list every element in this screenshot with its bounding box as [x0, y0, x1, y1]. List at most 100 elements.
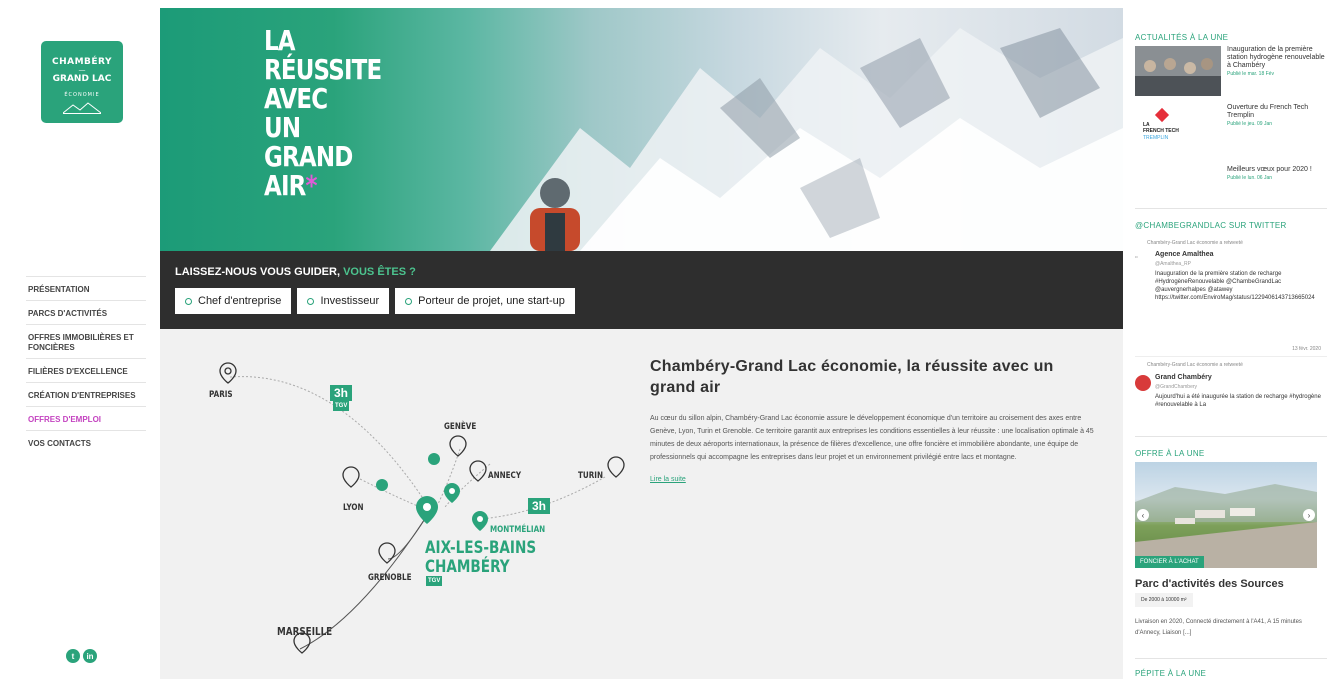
mountain-icon — [63, 102, 101, 114]
social-links: t in — [66, 649, 97, 663]
circle-icon — [185, 297, 192, 305]
chef-entreprise-button[interactable]: Chef d'entreprise — [175, 288, 292, 314]
guide-title-accent: VOUS ÊTES ? — [343, 266, 416, 278]
logo-line-2: — — [78, 66, 86, 74]
main-city-label: AIX-LES-BAINS CHAMBÉRY — [425, 539, 536, 577]
retweet-note: Chambéry-Grand Lac économie a retweeté — [1147, 362, 1243, 368]
tweet-handle: @Amalthea_RP — [1155, 261, 1191, 267]
map-label-paris: PARIS — [209, 390, 233, 400]
profile-buttons: Chef d'entreprise Investisseur Porteur d… — [175, 288, 575, 314]
intro-title: Chambéry-Grand Lac économie, la réussite… — [650, 358, 1054, 396]
travel-time-turin-badge: 3h — [528, 498, 551, 514]
news-thumbnail — [1135, 46, 1221, 96]
investisseur-button[interactable]: Investisseur — [297, 288, 390, 314]
news-date: Publié le mar. 18 Fév — [1227, 71, 1274, 77]
left-sidebar: CHAMBÉRY — GRAND LAC ÉCONOMIE PRÉSENTATI… — [0, 0, 160, 679]
news-item[interactable]: Meilleurs vœux pour 2020 ! Publié le lun… — [1135, 166, 1325, 190]
nav-item-creation[interactable]: CRÉATION D'ENTREPRISES — [26, 381, 146, 406]
circle-icon — [405, 297, 413, 305]
tweet-author: Grand Chambéry — [1155, 374, 1212, 381]
read-more-link[interactable]: Lire la suite — [650, 476, 1096, 483]
chevron-left-icon[interactable]: ‹ — [1137, 509, 1149, 521]
news-title: Meilleurs vœux pour 2020 ! — [1227, 166, 1312, 173]
offer-tag: FONCIER À L'ACHAT — [1135, 556, 1204, 568]
chevron-right-icon[interactable]: › — [1303, 509, 1315, 521]
nav-item-presentation[interactable]: PRÉSENTATION — [26, 276, 146, 300]
pepite-section-title: PÉPITE À LA UNE — [1135, 669, 1207, 678]
right-sidebar: ACTUALITÉS À LA UNE Inauguration de la p… — [1123, 0, 1334, 679]
offer-description: Livraison en 2020, Connecté directement … — [1135, 619, 1302, 636]
rooster-icon — [1154, 107, 1170, 123]
tgv-badge: TGV — [333, 401, 350, 411]
offer-surface-chip: De 2000 à 10000 m² — [1135, 593, 1193, 607]
hero-title: LA RÉUSSITE AVEC UN GRAND AIR* — [264, 24, 382, 202]
hero-banner: LA RÉUSSITE AVEC UN GRAND AIR* — [160, 8, 1123, 251]
news-section-title: ACTUALITÉS À LA UNE — [1135, 33, 1229, 42]
news-date: Publié le jeu. 09 Jan — [1227, 121, 1273, 127]
linkedin-icon[interactable]: in — [83, 649, 97, 663]
guide-title-text: LAISSEZ-NOUS VOUS GUIDER, — [175, 266, 341, 278]
divider — [1135, 436, 1327, 437]
map-label-marseille: MARSEILLE — [277, 625, 333, 638]
tweet-date: 13 févr. 2020 — [1292, 346, 1321, 352]
ft-logo-tremplin: TREMPLIN — [1143, 135, 1169, 141]
twitter-feed[interactable]: Chambéry-Grand Lac économie a retweeté •… — [1135, 238, 1327, 430]
nav-item-offres-emploi[interactable]: OFFRES D'EMPLOI — [26, 406, 146, 430]
main-city-aix: AIX-LES-BAINS — [425, 538, 537, 558]
twitter-section-title: @CHAMBEGRANDLAC SUR TWITTER — [1135, 221, 1287, 230]
nav-item-filieres[interactable]: FILIÈRES D'EXCELLENCE — [26, 357, 146, 382]
offer-image[interactable]: ‹ › FONCIER À L'ACHAT — [1135, 462, 1317, 568]
offer-section-title: OFFRE À LA UNE — [1135, 449, 1205, 458]
map-label-geneve: GENÈVE — [444, 422, 477, 432]
main-city-chambery: CHAMBÉRY — [425, 557, 510, 577]
map-routes — [219, 362, 625, 654]
retweet-note: Chambéry-Grand Lac économie a retweeté — [1147, 240, 1243, 246]
news-title: Inauguration de la première station hydr… — [1227, 46, 1325, 69]
porteur-projet-button[interactable]: Porteur de projet, une start-up — [395, 288, 575, 314]
news-item[interactable]: Inauguration de la première station hydr… — [1135, 46, 1325, 96]
intro-body: Au cœur du sillon alpin, Chambéry-Grand … — [650, 415, 1094, 461]
twitter-icon[interactable]: t — [66, 649, 80, 663]
travel-time-paris-badge: 3h — [330, 385, 353, 401]
tweet-handle: @GrandChambery — [1155, 384, 1198, 390]
nav-item-parcs[interactable]: PARCS D'ACTIVITÉS — [26, 300, 146, 324]
button-label: Investisseur — [320, 295, 380, 307]
guide-title: LAISSEZ-NOUS VOUS GUIDER, VOUS ÊTES ? — [175, 266, 416, 278]
map-label-annecy: ANNECY — [488, 471, 522, 481]
location-map: PARIS GENÈVE ANNECY TURIN LYON MONTMÉLIA… — [160, 329, 640, 679]
tweet-author: Agence Amalthea — [1155, 251, 1214, 258]
news-title: Ouverture du French Tech Tremplin — [1227, 104, 1309, 119]
hero-title-text: LA RÉUSSITE AVEC UN GRAND AIR — [264, 24, 382, 202]
map-label-turin: TURIN — [578, 471, 604, 481]
avatar — [1135, 375, 1151, 391]
news-text: Inauguration de la première station hydr… — [1227, 46, 1325, 96]
tgv-badge-chambery: TGV — [426, 576, 443, 586]
offer-photo — [1135, 484, 1317, 568]
intro-article: Chambéry-Grand Lac économie, la réussite… — [650, 356, 1096, 483]
tweet-body: Inauguration de la première station de r… — [1155, 271, 1315, 301]
asterisk-icon: * — [305, 169, 318, 202]
site-logo[interactable]: CHAMBÉRY — GRAND LAC ÉCONOMIE — [41, 41, 123, 123]
ft-logo-name: FRENCH TECH — [1143, 128, 1179, 134]
divider — [1135, 208, 1327, 209]
main-content: PARIS GENÈVE ANNECY TURIN LYON MONTMÉLIA… — [160, 329, 1123, 679]
news-thumbnail-empty — [1135, 166, 1221, 190]
news-item[interactable]: LA FRENCH TECH TREMPLIN Ouverture du Fre… — [1135, 104, 1325, 154]
offer-title[interactable]: Parc d'activités des Sources — [1135, 578, 1284, 590]
nav-item-contacts[interactable]: VOS CONTACTS — [26, 430, 146, 454]
divider — [1135, 658, 1327, 659]
avatar: •• — [1135, 254, 1138, 259]
map-label-grenoble: GRENOBLE — [368, 573, 412, 583]
logo-line-4: ÉCONOMIE — [64, 92, 100, 98]
nav-item-offres-immobilieres[interactable]: OFFRES IMMOBILIÈRES ET FONCIÈRES — [26, 324, 146, 357]
tweet-body: Aujourd'hui a été inaugurée la station d… — [1155, 394, 1321, 408]
news-text: Ouverture du French Tech Tremplin Publié… — [1227, 104, 1325, 154]
button-label: Chef d'entreprise — [198, 295, 282, 307]
logo-line-3: GRAND LAC — [52, 74, 112, 84]
news-date: Publié le lun. 06 Jan — [1227, 175, 1273, 181]
map-label-montmelian: MONTMÉLIAN — [490, 525, 546, 535]
news-text: Meilleurs vœux pour 2020 ! Publié le lun… — [1227, 166, 1312, 190]
guide-bar: LAISSEZ-NOUS VOUS GUIDER, VOUS ÊTES ? Ch… — [160, 251, 1123, 329]
button-label: Porteur de projet, une start-up — [418, 295, 565, 307]
main-nav: PRÉSENTATION PARCS D'ACTIVITÉS OFFRES IM… — [26, 276, 146, 455]
